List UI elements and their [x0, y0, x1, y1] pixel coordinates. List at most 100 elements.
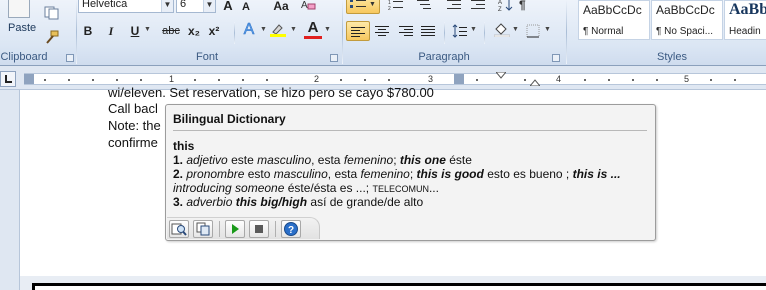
- font-color-button[interactable]: A: [304, 19, 322, 39]
- shading-icon[interactable]: [494, 23, 510, 37]
- chevron-down-icon[interactable]: ▼: [470, 26, 477, 33]
- ruler-number: 1: [169, 74, 175, 84]
- vertical-ruler[interactable]: [0, 90, 20, 290]
- svg-text:Z: Z: [498, 7, 502, 12]
- chevron-down-icon[interactable]: ▼: [203, 0, 215, 12]
- stop-button[interactable]: [249, 220, 269, 238]
- clear-formatting-icon[interactable]: A: [300, 0, 316, 12]
- left-tab-icon: [5, 75, 12, 83]
- align-left-button[interactable]: [346, 21, 370, 41]
- hanging-indent-icon[interactable]: [530, 78, 540, 86]
- entry-text: éste/ésta es ...;: [284, 181, 373, 195]
- stop-icon: [255, 225, 263, 233]
- line-spacing-icon[interactable]: [452, 24, 468, 38]
- dictionary-headword: this: [173, 139, 195, 153]
- sort-icon[interactable]: AZ: [498, 0, 514, 12]
- bullets-icon: ▼: [350, 0, 376, 8]
- entry-gender: masculino: [257, 153, 312, 167]
- chevron-down-icon[interactable]: ▼: [290, 26, 297, 33]
- ribbon: Paste Clipboard Helvetica ▼ 6 ▼ A A Aa A…: [0, 0, 766, 66]
- paste-button[interactable]: Paste: [0, 0, 38, 38]
- bullets-button[interactable]: ▼: [346, 0, 380, 14]
- entry-gender: femenino: [343, 153, 394, 167]
- document-line[interactable]: Note: the: [108, 118, 161, 133]
- change-case-button[interactable]: Aa: [270, 0, 292, 16]
- clipboard-launcher[interactable]: [66, 54, 74, 62]
- entry-text: ;: [393, 153, 400, 167]
- bilingual-dictionary-popup: Bilingual Dictionary this 1. adjetivo es…: [165, 104, 656, 241]
- ruler-strip: 1 2 3 4 5: [24, 72, 766, 86]
- document-line[interactable]: confirme: [108, 135, 158, 150]
- ruler-tick: [242, 79, 244, 81]
- document-line[interactable]: wi/eleven. Set reservation, se hizo pero…: [108, 85, 434, 100]
- shrink-font-button[interactable]: A: [238, 0, 254, 17]
- numbering-icon[interactable]: 1 2: [388, 0, 404, 12]
- research-button[interactable]: [169, 220, 189, 238]
- dictionary-entry-2: 2. pronombre esto masculino, esta femeni…: [173, 167, 621, 181]
- copy-button[interactable]: [193, 220, 213, 238]
- toolbar-divider: [484, 22, 485, 44]
- ruler-number: 4: [556, 74, 562, 84]
- highlight-icon[interactable]: [270, 23, 286, 37]
- show-formatting-icon[interactable]: ¶: [516, 0, 532, 12]
- chevron-down-icon[interactable]: ▼: [144, 26, 151, 33]
- ruler-margin-marker[interactable]: [24, 74, 34, 84]
- ruler-tick: [266, 79, 268, 81]
- entry-text: ;: [409, 167, 417, 181]
- superscript-button[interactable]: x²: [206, 21, 222, 41]
- font-size-combo[interactable]: 6 ▼: [176, 0, 216, 13]
- paragraph-group-label: Paragraph: [418, 51, 470, 63]
- text-effects-button[interactable]: A: [240, 20, 258, 40]
- play-button[interactable]: [225, 220, 245, 238]
- help-button[interactable]: ?: [281, 220, 301, 238]
- style-heading[interactable]: AaBb Headin: [724, 0, 766, 40]
- entry-text: , esta: [311, 153, 344, 167]
- copy-icon[interactable]: [44, 6, 60, 20]
- paragraph-launcher[interactable]: [552, 54, 560, 62]
- decrease-indent-icon[interactable]: [446, 0, 462, 12]
- format-painter-icon[interactable]: [44, 30, 60, 44]
- chevron-down-icon[interactable]: ▼: [324, 26, 331, 33]
- ruler-tab-stop[interactable]: [454, 74, 464, 84]
- ruler-tick: [710, 79, 712, 81]
- style-no-spacing[interactable]: AaBbCcDc ¶ No Spaci...: [651, 0, 723, 40]
- font-name-combo[interactable]: Helvetica ▼: [78, 0, 174, 13]
- justify-icon[interactable]: [420, 24, 436, 38]
- chevron-down-icon[interactable]: ▼: [544, 26, 551, 33]
- grow-font-button[interactable]: A: [220, 0, 236, 16]
- subscript-button[interactable]: x₂: [186, 21, 202, 41]
- entry-phrase: this is ...: [572, 167, 621, 181]
- ruler-number: 3: [428, 74, 434, 84]
- part-of-speech: adverbio: [186, 195, 233, 209]
- ruler-tick: [584, 79, 586, 81]
- entry-domain-label: TELECOMUN: [372, 184, 429, 194]
- bold-button[interactable]: B: [80, 21, 96, 41]
- entry-number: 2.: [173, 167, 184, 181]
- style-name: ¶ Normal: [583, 26, 624, 37]
- align-right-icon[interactable]: [398, 24, 414, 38]
- italic-button[interactable]: I: [104, 21, 118, 41]
- tab-selector[interactable]: [0, 71, 16, 87]
- ruler-tick: [140, 79, 142, 81]
- svg-text:2: 2: [388, 6, 391, 12]
- entry-text: , esta: [327, 167, 361, 181]
- copy-icon: [196, 222, 210, 236]
- chevron-down-icon[interactable]: ▼: [260, 26, 267, 33]
- underline-button[interactable]: U: [128, 21, 142, 41]
- font-launcher[interactable]: [330, 54, 338, 62]
- strikethrough-button[interactable]: abc: [160, 21, 182, 41]
- align-center-icon[interactable]: [374, 24, 390, 38]
- increase-indent-icon[interactable]: [470, 0, 486, 12]
- chevron-down-icon[interactable]: ▼: [512, 26, 519, 33]
- document-line[interactable]: Call bacl: [108, 101, 158, 116]
- borders-icon[interactable]: [526, 24, 542, 38]
- multilevel-list-icon[interactable]: [416, 0, 432, 12]
- chevron-down-icon[interactable]: ▼: [161, 0, 173, 12]
- first-line-indent-icon[interactable]: [496, 72, 506, 80]
- dictionary-entry-1: 1. adjetivo este masculino, esta femenin…: [173, 153, 472, 167]
- style-normal[interactable]: AaBbCcDc ¶ Normal: [578, 0, 650, 40]
- entry-gender: femenino: [360, 167, 410, 181]
- part-of-speech: pronombre: [186, 167, 245, 181]
- ruler-tick: [340, 79, 342, 81]
- style-sample: AaBbCcDc: [583, 3, 642, 17]
